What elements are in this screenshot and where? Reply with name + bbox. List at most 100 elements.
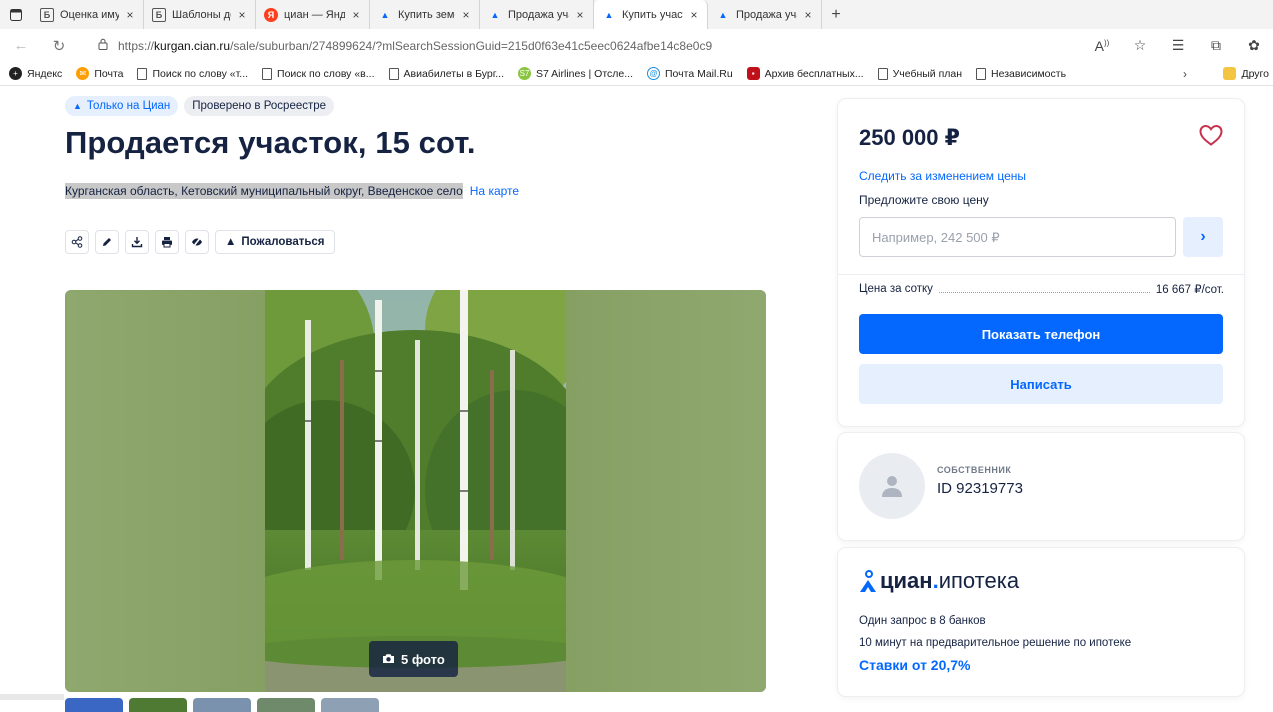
divider [838,274,1244,275]
report-button[interactable]: ▲ Пожаловаться [215,230,335,254]
mailru-bookmark-icon: @ [647,67,660,80]
bookmark-item[interactable]: Поиск по слову «в... [255,67,381,80]
cian-favicon-icon: ▲ [380,9,390,20]
main-photo[interactable] [265,290,566,692]
close-tab-icon[interactable]: × [235,8,249,22]
offer-label: Предложите свою цену [859,193,989,207]
browser-tab-title: Оценка имущества [60,8,119,21]
page-bookmark-icon [388,67,399,80]
listing-address: Курганская область, Кетовский муниципаль… [65,183,519,199]
back-icon[interactable]: ← [8,37,34,54]
bookmark-label: S7 Airlines | Отсле... [536,67,633,80]
print-button[interactable] [155,230,179,254]
favorites-list-icon[interactable]: ☰ [1159,37,1197,54]
bookmark-item[interactable]: Поиск по слову «т... [130,67,255,80]
close-tab-icon[interactable]: × [801,8,815,22]
bookmark-item[interactable]: S7 S7 Airlines | Отсле... [511,67,640,80]
thumbnail-1[interactable] [65,698,123,712]
scrollbar-hint [0,694,64,700]
browser-tab[interactable]: Б Шаблоны документо × [144,0,256,29]
eye-off-icon [192,236,202,248]
bookmark-label: Поиск по слову «т... [152,67,249,80]
photo-count-badge[interactable]: 5 фото [369,641,458,677]
thumbnail-3[interactable] [193,698,251,712]
browser-tab[interactable]: ▲ Купить земельный у × [370,0,480,29]
thumbnail-4[interactable] [257,698,315,712]
download-button[interactable] [125,230,149,254]
page-bookmark-icon [877,67,888,80]
share-button[interactable] [65,230,89,254]
address-text: Курганская область, Кетовский муниципаль… [65,183,463,199]
bookmark-item[interactable]: Авиабилеты в Бург... [382,67,511,80]
write-message-button[interactable]: Написать [859,364,1223,404]
close-tab-icon[interactable]: × [349,8,363,22]
offer-price-input[interactable] [859,217,1176,257]
report-label: Пожаловаться [241,236,325,248]
browser-tab[interactable]: ▲ Продажа участка 6со × [708,0,822,29]
edit-note-button[interactable] [95,230,119,254]
bookmark-other[interactable]: Друго [1216,67,1273,80]
reload-icon[interactable]: ↻ [46,37,72,55]
listing-page: ▲ Только на Циан Проверено в Росреестре … [0,87,1273,712]
bookmarks-overflow-icon[interactable]: › [1183,67,1187,81]
price-per-sotka-row: Цена за сотку 16 667 ₽/сот. [859,282,1224,296]
page-bookmark-icon [137,67,148,80]
photo-gallery[interactable]: 5 фото [65,290,766,692]
tab-actions-icon[interactable] [0,0,32,29]
bookmark-label: Архив бесплатных... [764,67,864,80]
browser-tab-title: Продажа участка 6со [736,8,797,21]
thumbnail-5[interactable] [321,698,379,712]
listing-actions: ▲ Пожаловаться [65,230,335,254]
show-phone-button[interactable]: Показать телефон [859,314,1223,354]
thumbnail-2[interactable] [129,698,187,712]
cian-favicon-icon: ▲ [490,9,500,20]
close-tab-icon[interactable]: × [459,8,473,22]
owner-card[interactable]: СОБСТВЕННИК ID 92319773 [838,433,1244,540]
pencil-icon [103,238,111,246]
cian-mortgage-logo: циан . ипотека [859,568,1019,594]
bookmark-label: Авиабилеты в Бург... [403,67,504,80]
read-aloud-icon[interactable]: A)) [1083,38,1121,54]
browser-tab[interactable]: Б Оценка имущества × [32,0,144,29]
hide-listing-button[interactable] [185,230,209,254]
bookmark-label: Яндекс [27,67,63,80]
bookmark-item[interactable]: ✉ Почта [69,67,130,80]
mortgage-rate-link[interactable]: Ставки от 20,7% [859,657,971,673]
map-link[interactable]: На карте [470,184,519,198]
heart-icon[interactable] [1198,123,1224,147]
gallery-blur-left [65,290,265,692]
close-tab-icon[interactable]: × [573,8,587,22]
print-icon [162,237,172,248]
bookmark-item[interactable]: Учебный план [871,67,969,80]
close-tab-icon[interactable]: × [687,8,701,22]
extensions-icon[interactable]: ✿ [1235,37,1273,54]
favorite-star-icon[interactable]: ☆ [1121,37,1159,54]
price-per-label: Цена за сотку [859,283,933,295]
bookmark-item[interactable]: + Яндекс [2,67,69,80]
browser-tab[interactable]: ▲ Купить участок 15сот × [594,0,708,29]
mortgage-line-2: 10 минут на предварительное решение по и… [859,637,1132,649]
follow-price-link[interactable]: Следить за изменением цены [859,169,1026,183]
bookmark-item[interactable]: @ Почта Mail.Ru [640,67,740,80]
bookmark-item[interactable]: ▪ Архив бесплатных... [740,67,871,80]
chevron-right-icon: › [1200,228,1206,245]
price: 250 000 ₽ [859,125,960,150]
collections-icon[interactable]: ⧉ [1197,37,1235,54]
cian-favicon-icon: ▲ [604,9,614,20]
browser-tab[interactable]: Яциан — Яндекс: наш × [256,0,370,29]
offer-submit-button[interactable]: › [1183,217,1223,257]
url-field[interactable]: https://kurgan.cian.ru/sale/suburban/274… [90,34,1050,57]
mortgage-card[interactable]: циан . ипотека Один запрос в 8 банков 10… [838,548,1244,696]
verified-badge: Проверено в Росреестре [184,96,335,116]
owner-id: ID 92319773 [937,480,1023,497]
archive-bookmark-icon: ▪ [746,67,760,80]
browser-tab-title: Шаблоны документо [172,8,231,21]
bookmark-item[interactable]: Независимость [969,67,1073,80]
close-tab-icon[interactable]: × [123,8,137,22]
browser-tab[interactable]: ▲ Продажа участка 10с × [480,0,594,29]
avatar [859,453,925,519]
cian-favicon-icon: ▲ [718,9,728,20]
bookmark-label: Независимость [991,67,1067,80]
folder-icon [1223,67,1237,80]
new-tab-button[interactable]: + [822,6,850,24]
